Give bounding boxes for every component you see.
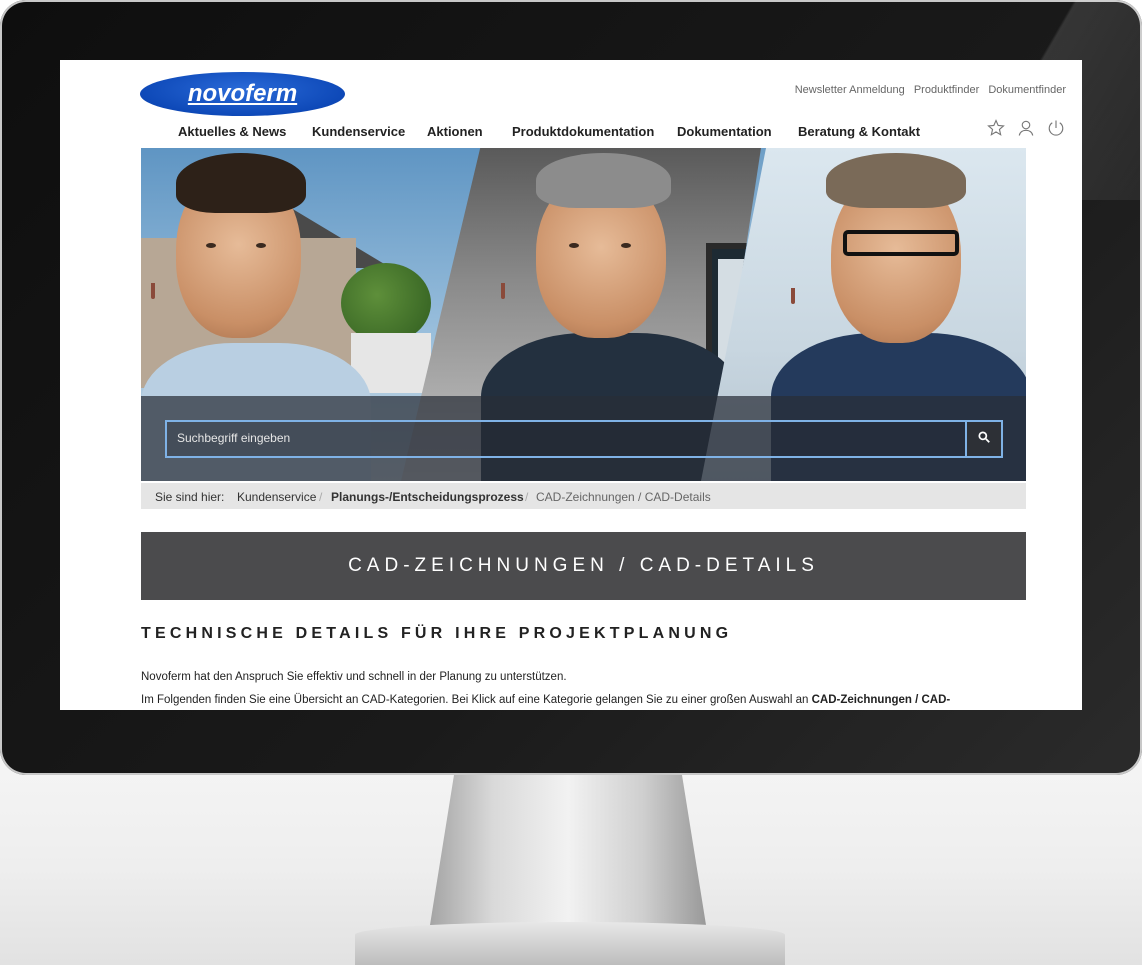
monitor-stand [430, 775, 706, 925]
link-produktfinder[interactable]: Produktfinder [914, 84, 979, 96]
nav-produktdokumentation[interactable]: Produktdokumentation [512, 124, 654, 139]
breadcrumb-separator: / [525, 490, 529, 504]
breadcrumb-item-current: CAD-Zeichnungen / CAD-Details [536, 490, 711, 504]
search-button[interactable] [965, 420, 1003, 458]
novoferm-logo[interactable]: novoferm [140, 72, 345, 116]
nav-aktuelles[interactable]: Aktuelles & News [178, 124, 286, 139]
cad-link-text[interactable]: CAD-Zeichnungen / CAD- [812, 694, 951, 706]
power-icon[interactable] [1046, 118, 1066, 138]
logo-text: novoferm [187, 80, 298, 107]
nav-dokumentation[interactable]: Dokumentation [677, 124, 772, 139]
link-newsletter[interactable]: Newsletter Anmeldung [795, 84, 905, 96]
breadcrumb-item-planung[interactable]: Planungs-/Entscheidungsprozess [331, 490, 524, 504]
search-input[interactable]: Suchbegriff eingeben [165, 420, 967, 458]
user-icon[interactable] [1016, 118, 1036, 138]
top-links: Newsletter Anmeldung Produktfinder Dokum… [789, 84, 1066, 96]
monitor-stand-base [355, 922, 785, 965]
intro-paragraph: Novoferm hat den Anspruch Sie effektiv u… [141, 671, 567, 683]
hero-banner: Suchbegriff eingeben [141, 148, 1026, 481]
screen: novoferm Newsletter Anmeldung Produktfin… [60, 60, 1082, 710]
tree [341, 263, 431, 343]
description-text: Im Folgenden finden Sie eine Übersicht a… [141, 694, 812, 706]
glasses [843, 230, 959, 256]
breadcrumb: Sie sind hier: Kundenservice / Planungs-… [141, 483, 1026, 509]
nav-kundenservice[interactable]: Kundenservice [312, 124, 405, 139]
search-placeholder: Suchbegriff eingeben [177, 431, 291, 445]
monitor-bezel: novoferm Newsletter Anmeldung Produktfin… [0, 0, 1142, 775]
link-dokumentfinder[interactable]: Dokumentfinder [988, 84, 1066, 96]
breadcrumb-item-kundenservice[interactable]: Kundenservice [237, 490, 316, 504]
breadcrumb-prefix: Sie sind hier: [155, 490, 225, 504]
star-icon[interactable] [986, 118, 1006, 138]
section-heading: TECHNISCHE DETAILS FÜR IHRE PROJEKTPLANU… [141, 625, 733, 642]
description-paragraph: Im Folgenden finden Sie eine Übersicht a… [141, 694, 950, 706]
breadcrumb-separator: / [319, 490, 323, 504]
search-icon [977, 430, 991, 449]
nav-beratung-kontakt[interactable]: Beratung & Kontakt [798, 124, 920, 139]
page-title: CAD-ZEICHNUNGEN / CAD-DETAILS [141, 532, 1026, 600]
nav-aktionen[interactable]: Aktionen [427, 124, 483, 139]
nav-icons [986, 118, 1066, 138]
